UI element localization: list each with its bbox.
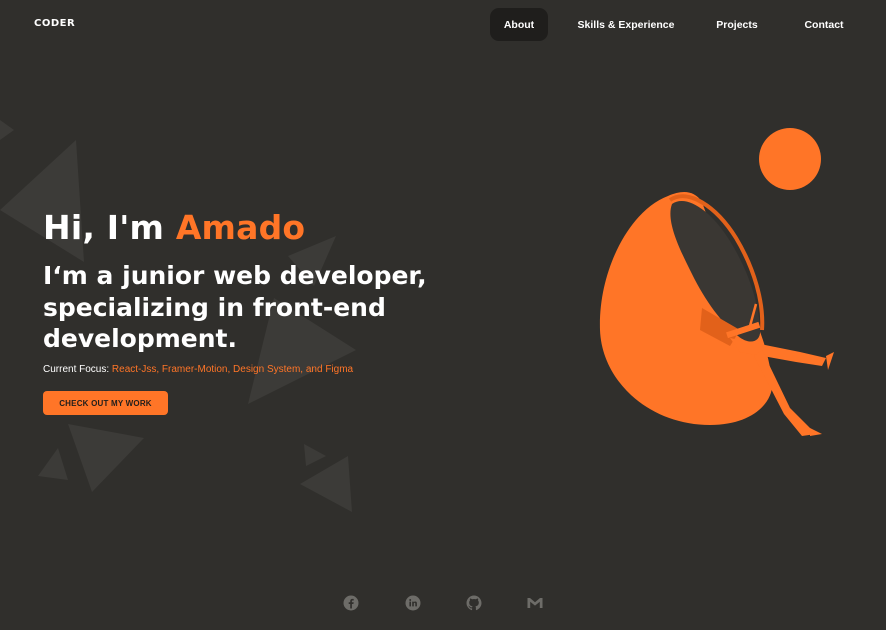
check-out-work-button[interactable]: CHECK OUT MY WORK [43, 391, 168, 415]
bg-triangle [38, 448, 68, 480]
bg-triangle [0, 120, 14, 140]
nav-skills-experience[interactable]: Skills & Experience [576, 8, 676, 41]
person-in-egg-chair-illustration [599, 128, 834, 436]
bg-triangle [300, 456, 352, 512]
social-links [0, 594, 886, 614]
bg-triangle [304, 444, 326, 466]
person-foot [810, 428, 822, 436]
bg-triangle [68, 424, 144, 492]
nav-about[interactable]: About [490, 8, 548, 41]
linkedin-icon[interactable] [404, 594, 422, 612]
nav-projects[interactable]: Projects [710, 8, 764, 41]
main-nav: About Skills & Experience Projects Conta… [0, 8, 886, 42]
current-focus: Current Focus: React-Jss, Framer-Motion,… [43, 364, 353, 375]
facebook-icon[interactable] [342, 594, 360, 612]
hero-greeting: Hi, I'm [43, 208, 176, 247]
hero-name: Amado [175, 208, 306, 247]
nav-contact[interactable]: Contact [798, 8, 850, 41]
hero-title: Hi, I'm Amado [43, 208, 305, 247]
portfolio-page: CODER About Skills & Experience Projects… [0, 0, 886, 630]
github-icon[interactable] [465, 594, 483, 612]
focus-label: Current Focus: [43, 364, 112, 375]
sun-circle [759, 128, 821, 190]
focus-value: React-Jss, Framer-Motion, Design System,… [111, 364, 354, 375]
gmail-icon[interactable] [526, 594, 544, 612]
hero-subtitle: I‘m a junior web developer, specializing… [43, 261, 427, 353]
person-foot [826, 352, 834, 370]
